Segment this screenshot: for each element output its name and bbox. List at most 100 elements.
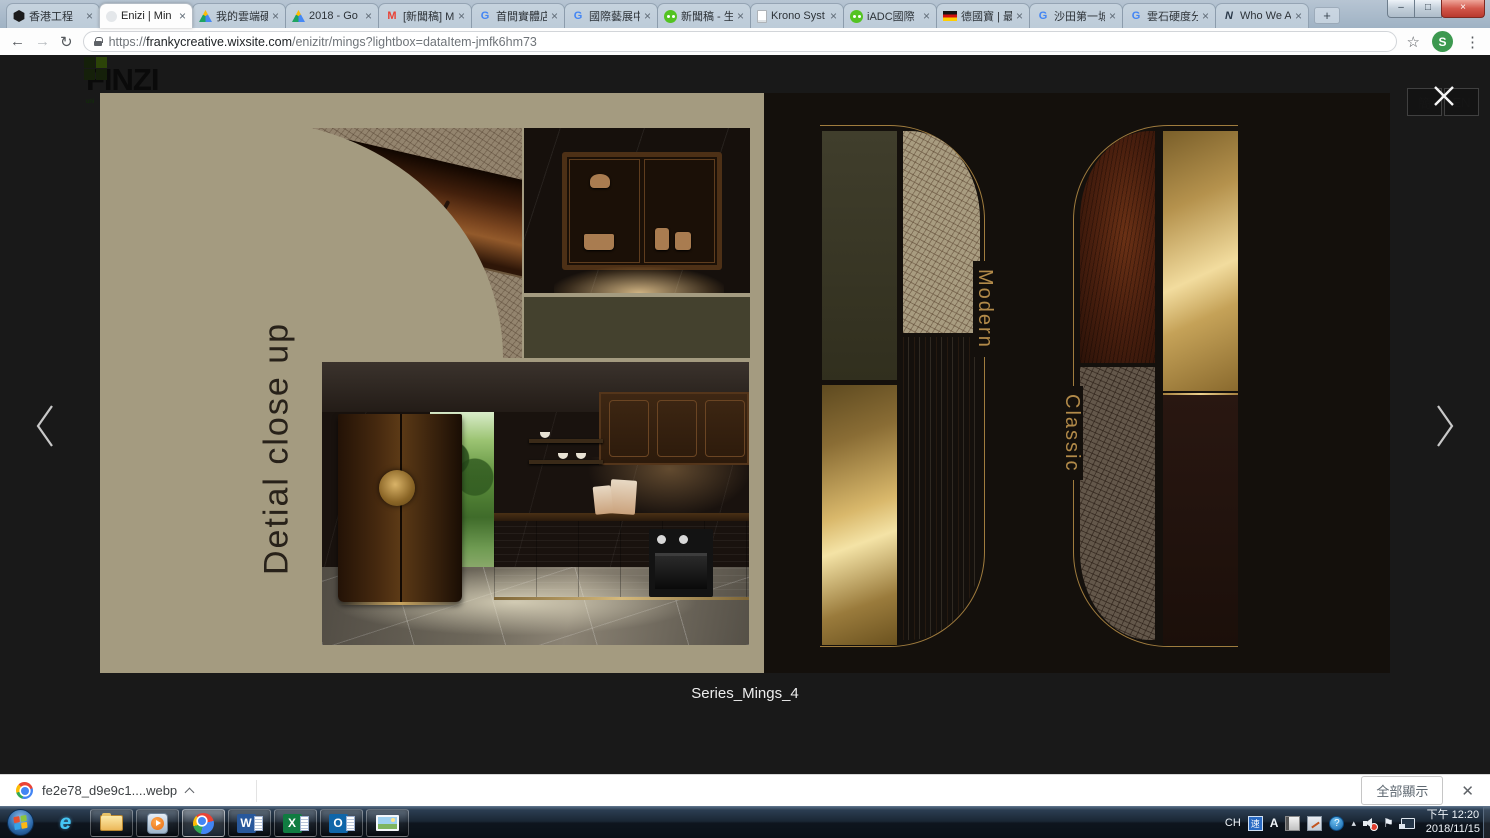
browser-tab[interactable]: 2018 - Go × xyxy=(285,3,379,28)
show-desktop-button[interactable] xyxy=(1483,807,1490,838)
system-tray: CH 速 A ? ▴ ⚑ 下午 12:20 2018/11/15 xyxy=(1225,807,1480,838)
tab-close-icon[interactable]: × xyxy=(1202,9,1209,23)
browser-toolbar: ← → ↻ https://frankycreative.wixsite.com… xyxy=(0,28,1490,55)
browser-tab[interactable]: 香港工程 × xyxy=(6,3,100,28)
forward-icon[interactable]: → xyxy=(35,33,50,50)
browser-tab-strip: 香港工程 × Enizi | Min × 我的雲端硬 × 2018 - Go ×… xyxy=(0,0,1490,28)
network-icon[interactable] xyxy=(1401,818,1415,829)
start-button[interactable] xyxy=(7,809,34,836)
show-all-downloads-button[interactable]: 全部顯示 xyxy=(1361,776,1443,805)
next-arrow[interactable] xyxy=(1430,400,1460,452)
browser-tab[interactable]: Krono Syst × xyxy=(750,3,844,28)
gmail-favicon xyxy=(385,9,399,23)
german-flag-favicon xyxy=(943,11,957,21)
olive-color-block xyxy=(524,297,750,358)
close-window-button[interactable]: × xyxy=(1441,0,1485,18)
muted-speaker-icon[interactable] xyxy=(1363,817,1376,829)
word-button[interactable]: W xyxy=(228,809,271,837)
new-tab-button[interactable]: + xyxy=(1314,7,1340,24)
tab-close-icon[interactable]: × xyxy=(458,9,465,23)
browser-tab[interactable]: 雲石硬度分 × xyxy=(1122,3,1216,28)
minimize-button[interactable]: – xyxy=(1387,0,1415,18)
cabinet-shelf-photo xyxy=(524,128,750,293)
menu-dots-icon[interactable]: ⋮ xyxy=(1465,33,1480,51)
browser-tab[interactable]: iADC國際 × xyxy=(843,3,937,28)
language-indicator[interactable]: CH xyxy=(1225,817,1241,829)
hidden-icons-arrow[interactable]: ▴ xyxy=(1351,818,1356,829)
google-drive-favicon xyxy=(292,10,305,22)
url-text: https://frankycreative.wixsite.com/enizi… xyxy=(109,35,537,49)
ime-mode-indicator[interactable]: A xyxy=(1270,816,1279,830)
pen-input-icon[interactable] xyxy=(1307,816,1322,831)
bookmark-star-icon[interactable]: ☆ xyxy=(1407,33,1420,51)
browser-tab[interactable]: 首間實體店 × xyxy=(471,3,565,28)
tab-close-icon[interactable]: × xyxy=(272,9,279,23)
back-icon[interactable]: ← xyxy=(10,33,25,50)
excel-button[interactable]: X xyxy=(274,809,317,837)
screen: 香港工程 × Enizi | Min × 我的雲端硬 × 2018 - Go ×… xyxy=(0,0,1490,838)
previous-arrow[interactable] xyxy=(30,400,60,452)
tab-close-icon[interactable]: × xyxy=(1109,9,1116,23)
tab-close-icon[interactable]: × xyxy=(1295,9,1302,23)
download-filename: fe2e78_d9e9c1....webp xyxy=(42,783,177,798)
vase xyxy=(675,232,691,250)
toolbar-right: ☆ S ⋮ xyxy=(1407,31,1480,52)
vase xyxy=(655,228,669,250)
tab-close-icon[interactable]: × xyxy=(551,9,558,23)
tab-title: 雲石硬度分 xyxy=(1147,8,1198,24)
tab-close-icon[interactable]: × xyxy=(179,9,186,23)
browser-tab[interactable]: [新聞稿] M × xyxy=(378,3,472,28)
browser-tab[interactable]: 國際藝展中 × xyxy=(564,3,658,28)
browser-tab[interactable]: 沙田第一城 × xyxy=(1029,3,1123,28)
help-icon[interactable]: ? xyxy=(1329,816,1344,831)
action-center-flag-icon[interactable]: ⚑ xyxy=(1383,816,1394,830)
internet-explorer-button[interactable]: e xyxy=(44,809,87,837)
address-bar[interactable]: https://frankycreative.wixsite.com/enizi… xyxy=(83,31,1397,52)
tab-close-icon[interactable]: × xyxy=(86,9,93,23)
clock-time: 下午 12:20 xyxy=(1426,809,1480,823)
file-explorer-button[interactable] xyxy=(90,809,133,837)
url-scheme: https:// xyxy=(109,35,147,49)
photo-viewer-button[interactable] xyxy=(366,809,409,837)
wood-wardrobe xyxy=(338,414,462,602)
maximize-button[interactable]: □ xyxy=(1414,0,1442,18)
refresh-icon[interactable]: ↻ xyxy=(60,33,73,51)
profile-avatar[interactable]: S xyxy=(1432,31,1453,52)
tab-close-icon[interactable]: × xyxy=(737,9,744,23)
browser-tab[interactable]: 新聞稿 - 生 × xyxy=(657,3,751,28)
media-player-button[interactable] xyxy=(136,809,179,837)
floating-shelf xyxy=(529,460,603,464)
download-item[interactable]: fe2e78_d9e9c1....webp xyxy=(16,782,193,799)
lightbox-close-icon[interactable] xyxy=(1429,81,1459,111)
keyboard-layout-icon[interactable] xyxy=(1285,816,1300,831)
tab-close-icon[interactable]: × xyxy=(644,9,651,23)
google-favicon xyxy=(478,9,492,23)
plate-stack xyxy=(584,234,614,250)
download-menu-caret-icon[interactable] xyxy=(185,787,195,797)
upper-cabinets xyxy=(599,392,749,465)
outlook-button[interactable]: O xyxy=(320,809,363,837)
folder-icon xyxy=(100,815,123,831)
tab-title: 國際藝展中 xyxy=(589,8,640,24)
google-favicon xyxy=(571,9,585,23)
ime-icon[interactable]: 速 xyxy=(1248,816,1263,831)
tab-close-icon[interactable]: × xyxy=(365,9,372,23)
browser-tab[interactable]: Who We A × xyxy=(1215,3,1309,28)
chrome-icon xyxy=(193,813,214,834)
tab-close-icon[interactable]: × xyxy=(1016,9,1023,23)
browser-tab[interactable]: 我的雲端硬 × xyxy=(192,3,286,28)
tab-title: iADC國際 xyxy=(867,8,919,24)
taskbar-clock[interactable]: 下午 12:20 2018/11/15 xyxy=(1426,809,1480,837)
classic-label: Classic xyxy=(1060,386,1083,480)
chrome-button[interactable] xyxy=(182,809,225,837)
crackle-leather-swatch xyxy=(903,131,980,333)
olive-swatch xyxy=(822,131,897,380)
download-bar-close-icon[interactable]: ✕ xyxy=(1461,782,1474,800)
tab-close-icon[interactable]: × xyxy=(830,9,837,23)
browser-tab-active[interactable]: Enizi | Min × xyxy=(99,3,193,28)
counter-top xyxy=(494,513,749,521)
browser-tab[interactable]: 德國寶 | 最 × xyxy=(936,3,1030,28)
tab-close-icon[interactable]: × xyxy=(923,9,930,23)
excel-icon: X xyxy=(283,814,309,833)
google-favicon xyxy=(1036,9,1050,23)
